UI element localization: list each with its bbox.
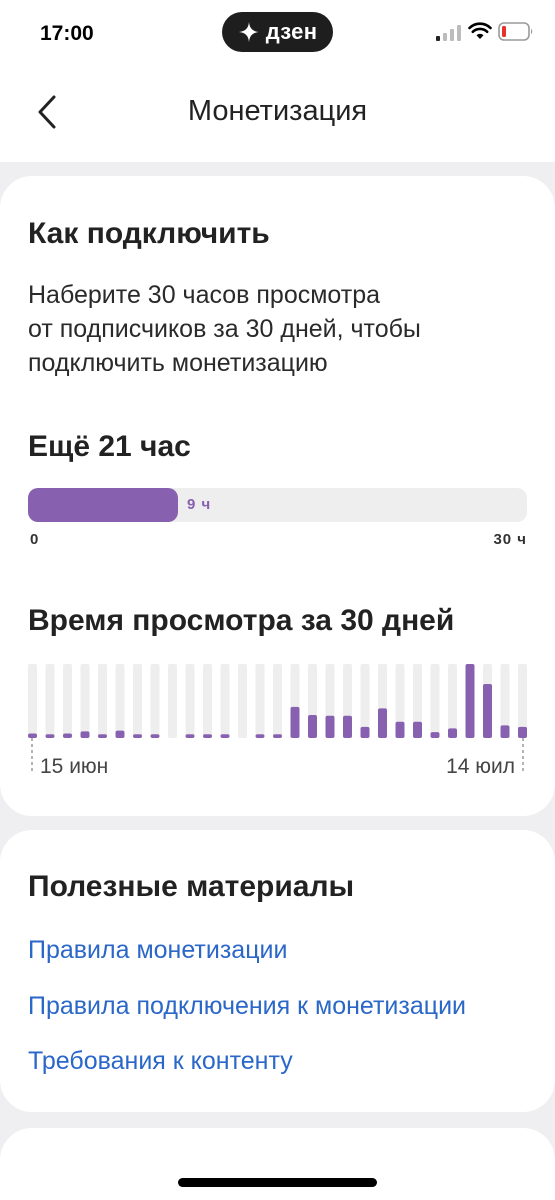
chart-bar <box>413 721 422 738</box>
chart-bar <box>273 734 282 738</box>
connect-description: Наберите 30 часов просмотра от подписчик… <box>28 278 528 380</box>
chart-bar <box>360 726 370 738</box>
materials-card: Полезные материалы Правила монетизации П… <box>0 830 555 1112</box>
remaining-hours-title: Ещё 21 час <box>28 430 191 463</box>
chart-bar <box>395 721 405 738</box>
connect-card: Как подключить Наберите 30 часов просмот… <box>0 176 555 816</box>
progress-min-label: 0 <box>30 531 40 548</box>
progress-max-label: 30 ч <box>493 531 527 548</box>
chart-bar <box>98 734 107 738</box>
chart-bar <box>115 730 125 738</box>
chart-bar-track <box>98 664 107 738</box>
chart-bar-track <box>448 664 457 738</box>
materials-title: Полезные материалы <box>28 870 355 903</box>
link-monetization-rules[interactable]: Правила монетизации <box>28 936 287 965</box>
status-time: 17:00 <box>40 22 94 45</box>
chart-bar <box>133 734 142 738</box>
description-line: от подписчиков за 30 дней, чтобы <box>28 315 421 343</box>
chart-title: Время просмотра за 30 дней <box>28 604 455 637</box>
chart-end-date: 14 юил <box>446 755 515 778</box>
chart-start-date: 15 июн <box>40 755 109 778</box>
chart-bar <box>500 725 510 738</box>
chart-bar-track <box>115 664 125 738</box>
cellular-signal-icon <box>436 25 461 41</box>
progress-bar: 9 ч <box>28 488 527 522</box>
chart-bar <box>430 732 440 738</box>
connect-title: Как подключить <box>28 217 270 250</box>
chart-bar <box>343 715 352 738</box>
chart-bar <box>290 706 300 738</box>
dzen-star-icon <box>238 21 259 43</box>
chart-bar-track <box>63 664 72 738</box>
chart-bar-track <box>203 664 212 738</box>
chart-bar <box>185 734 195 738</box>
description-line: Наберите 30 часов просмотра <box>28 281 381 309</box>
chart-bar-track <box>273 664 282 738</box>
chart-bar <box>255 734 265 738</box>
chart-bar-track <box>185 664 195 738</box>
chart-bar <box>518 726 527 738</box>
chart-bar <box>378 708 387 738</box>
chart-bar-track <box>28 664 37 738</box>
chart-bar <box>80 731 90 738</box>
chart-bar <box>448 728 457 738</box>
chart-bar <box>308 715 317 738</box>
description-line: подключить монетизацию <box>28 349 328 377</box>
progress-fill <box>28 488 178 522</box>
chart-bar-track <box>238 664 247 738</box>
chart-bar-track <box>150 664 160 738</box>
top-area: 17:00 дзен Монетизация <box>0 0 555 162</box>
battery-level <box>502 26 506 37</box>
chart-bar <box>325 715 335 738</box>
chart-bar <box>45 734 55 738</box>
home-indicator[interactable] <box>178 1178 377 1187</box>
chart-bar <box>150 734 160 738</box>
chart-bar-track <box>133 664 142 738</box>
chart-bar-track <box>80 664 90 738</box>
next-card <box>0 1128 555 1200</box>
link-connection-rules[interactable]: Правила подключения к монетизации <box>28 992 466 1021</box>
chart-bar <box>203 734 212 738</box>
chart-bar <box>28 733 37 738</box>
chart-bar-track <box>255 664 265 738</box>
chart-bar-track <box>168 664 177 738</box>
progress-value-label: 9 ч <box>187 496 212 513</box>
page-title: Монетизация <box>187 95 368 127</box>
dzen-brand-text: дзен <box>265 19 318 44</box>
chart-bar <box>220 734 230 738</box>
battery-icon <box>498 22 533 41</box>
chart-bar-track <box>220 664 230 738</box>
chart-bar <box>465 664 475 738</box>
wifi-icon <box>468 22 492 39</box>
link-content-requirements[interactable]: Требования к контенту <box>28 1047 293 1076</box>
chart-bar <box>63 733 72 738</box>
chart-bar-track <box>430 664 440 738</box>
dzen-brand-pill[interactable]: дзен <box>222 12 333 52</box>
chart-bar <box>483 683 492 738</box>
monetization-screen: 17:00 дзен Монетизация Как подключить На… <box>0 0 555 1200</box>
chart-bar-track <box>45 664 55 738</box>
